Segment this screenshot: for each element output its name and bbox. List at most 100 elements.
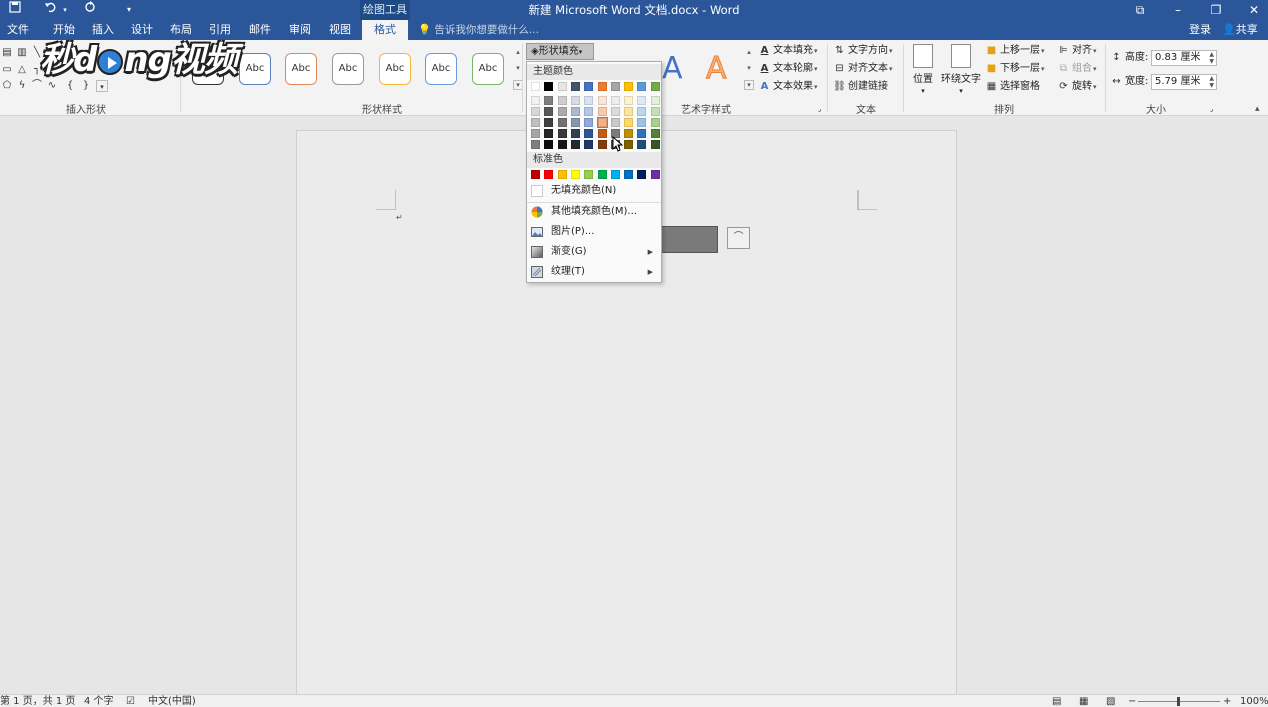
standard-color-swatch[interactable]	[570, 170, 580, 179]
create-link-button[interactable]: ⛓ 创建链接	[833, 80, 888, 94]
theme-color-swatch[interactable]	[557, 107, 567, 116]
theme-color-swatch[interactable]	[544, 118, 554, 127]
standard-color-swatch[interactable]	[531, 170, 540, 179]
theme-color-swatch[interactable]	[584, 107, 594, 116]
theme-color-swatch[interactable]	[544, 82, 554, 91]
word-count[interactable]: 4 个字	[84, 695, 114, 707]
tab-layout[interactable]: 布局	[162, 20, 200, 40]
theme-color-swatch[interactable]	[650, 82, 660, 91]
theme-color-swatch[interactable]	[637, 129, 647, 138]
theme-color-swatch[interactable]	[650, 129, 660, 138]
zoom-out-button[interactable]: −	[1128, 695, 1136, 707]
theme-color-swatch[interactable]	[637, 140, 647, 149]
theme-color-swatch[interactable]	[597, 107, 607, 116]
read-mode-icon[interactable]: ▤	[1052, 695, 1061, 707]
theme-color-swatch[interactable]	[624, 129, 634, 138]
theme-color-swatch[interactable]	[624, 82, 634, 91]
picture-fill-option[interactable]: 图片(P)...	[527, 222, 661, 242]
theme-color-swatch[interactable]	[557, 118, 567, 127]
more-fill-colors-option[interactable]: 其他填充颜色(M)...	[527, 202, 661, 222]
text-effects-button[interactable]: A 文本效果▾	[758, 80, 818, 94]
language-indicator[interactable]: 中文(中国)	[148, 695, 196, 707]
theme-color-swatch[interactable]	[650, 96, 660, 105]
theme-color-swatch[interactable]	[557, 140, 567, 149]
theme-color-swatch[interactable]	[637, 118, 647, 127]
rectangle-shape-icon[interactable]: ▭	[1, 64, 13, 76]
theme-color-swatch[interactable]	[584, 82, 594, 91]
theme-color-swatch[interactable]	[624, 107, 634, 116]
theme-color-swatch[interactable]	[596, 117, 608, 128]
theme-color-swatch[interactable]	[650, 140, 660, 149]
tab-format[interactable]: 格式	[362, 20, 408, 40]
theme-color-swatch[interactable]	[597, 96, 607, 105]
signin-link[interactable]: 登录	[1189, 20, 1211, 40]
align-text-button[interactable]: ⊟ 对齐文本▾	[833, 62, 892, 76]
tab-review[interactable]: 审阅	[280, 20, 320, 40]
share-button[interactable]: 👤共享	[1222, 20, 1258, 40]
theme-color-swatch[interactable]	[570, 96, 580, 105]
theme-color-swatch[interactable]	[650, 118, 660, 127]
theme-color-swatch[interactable]	[531, 118, 540, 127]
wordart-style-blue[interactable]: A	[662, 52, 683, 86]
gradient-fill-option[interactable]: 渐变(G) ▶	[527, 242, 661, 262]
zoom-slider-thumb[interactable]	[1177, 697, 1180, 706]
shape-style-gray[interactable]: Abc	[332, 53, 364, 85]
web-layout-icon[interactable]: ▧	[1106, 695, 1115, 707]
text-fill-button[interactable]: A 文本填充▾	[758, 44, 818, 58]
triangle-shape-icon[interactable]: △	[16, 64, 28, 76]
theme-color-swatch[interactable]	[637, 82, 647, 91]
brace-left-icon[interactable]: {	[64, 80, 76, 92]
standard-color-swatch[interactable]	[650, 170, 660, 179]
selection-pane-button[interactable]: ▦ 选择窗格	[985, 80, 1040, 94]
bring-forward-button[interactable]: ■ 上移一层▾	[985, 44, 1045, 58]
text-outline-button[interactable]: A 文本轮廓▾	[758, 62, 818, 76]
shape-fill-button[interactable]: ◈形状填充▾	[526, 43, 594, 60]
tell-me-box[interactable]: 💡 告诉我你想要做什么...	[418, 20, 539, 40]
theme-color-swatch[interactable]	[597, 82, 607, 91]
theme-color-swatch[interactable]	[544, 140, 554, 149]
theme-color-swatch[interactable]	[570, 82, 580, 91]
tab-design[interactable]: 设计	[122, 20, 162, 40]
height-input[interactable]: 0.83 厘米 ▲ ▼	[1151, 50, 1217, 66]
text-direction-button[interactable]: ⇅ 文字方向▾	[833, 44, 892, 58]
theme-color-swatch[interactable]	[584, 140, 594, 149]
width-spinner-icon[interactable]: ▲ ▼	[1209, 75, 1214, 89]
theme-color-swatch[interactable]	[637, 107, 647, 116]
standard-color-swatch[interactable]	[610, 170, 620, 179]
brace-right-icon[interactable]: }	[80, 80, 92, 92]
minimize-button[interactable]: –	[1159, 0, 1197, 20]
zoom-in-button[interactable]: +	[1223, 695, 1231, 707]
flowchart-shape-icon[interactable]: ⬠	[1, 80, 13, 92]
theme-color-swatch[interactable]	[610, 82, 620, 91]
theme-color-swatch[interactable]	[584, 129, 594, 138]
theme-color-swatch[interactable]	[610, 118, 620, 127]
theme-color-swatch[interactable]	[544, 107, 554, 116]
selected-rectangle-shape[interactable]	[660, 226, 718, 253]
standard-color-swatch[interactable]	[544, 170, 554, 179]
standard-color-swatch[interactable]	[584, 170, 594, 179]
tab-file[interactable]: 文件	[0, 20, 36, 40]
wrap-text-button[interactable]: 环绕文字 ▾	[939, 44, 983, 96]
shape-style-orange[interactable]: Abc	[285, 53, 317, 85]
theme-color-swatch[interactable]	[531, 82, 540, 91]
theme-color-swatch[interactable]	[584, 96, 594, 105]
proofing-icon[interactable]: ☑	[126, 695, 135, 707]
theme-color-swatch[interactable]	[584, 118, 594, 127]
width-input[interactable]: 5.79 厘米 ▲ ▼	[1151, 74, 1217, 90]
ribbon-display-options-icon[interactable]: ⧉	[1121, 0, 1159, 20]
height-spinner-icon[interactable]: ▲ ▼	[1209, 51, 1214, 65]
textbox-shape-icon[interactable]: ▤	[1, 47, 13, 59]
send-backward-button[interactable]: ■ 下移一层▾	[985, 62, 1045, 76]
restore-button[interactable]: ❐	[1197, 0, 1235, 20]
theme-color-swatch[interactable]	[597, 140, 607, 149]
lightning-shape-icon[interactable]: ϟ	[16, 80, 28, 92]
no-fill-option[interactable]: 无填充颜色(N)	[527, 181, 661, 201]
shape-style-green[interactable]: Abc	[472, 53, 504, 85]
standard-color-swatch[interactable]	[557, 170, 567, 179]
theme-color-swatch[interactable]	[531, 129, 540, 138]
theme-color-swatch[interactable]	[557, 82, 567, 91]
wordart-scroll-down-icon[interactable]: ▾	[744, 64, 754, 72]
theme-color-swatch[interactable]	[531, 107, 540, 116]
wave-shape-icon[interactable]: ∿	[46, 80, 58, 92]
tab-insert[interactable]: 插入	[84, 20, 122, 40]
